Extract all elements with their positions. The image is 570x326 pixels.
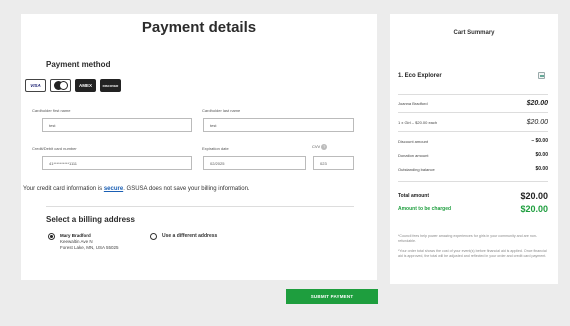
different-address-label[interactable]: Use a different address [162,233,217,239]
cart-row-outstanding: Outstanding balance $0.00 [398,166,548,172]
cart-title: Cart Summary [453,30,495,36]
financial-aid-note: *Your order total shows the cost of your… [398,249,547,259]
donation-label: Donation amount [398,152,429,158]
cvv-label: CVV? [312,144,328,150]
address-name: Mary Bradford [60,233,91,238]
mastercard-icon [50,79,71,92]
product-name: 1. Eco Explorer [398,73,442,79]
charged-value: $20.00 [520,204,548,214]
page-title: Payment details [141,19,257,36]
secure-prefix: Your credit card information is [23,186,104,192]
outstanding-value: $0.00 [535,166,548,172]
cart-divider [398,181,548,182]
image-icon [538,72,545,79]
first-name-label: Cardholder first name [32,108,71,113]
address-street: Keewaltin Ave N [60,239,93,244]
discover-icon: DISCOVER [100,79,121,92]
cart-row-donation: Donation amount $0.00 [398,152,548,158]
saved-address: Mary Bradford Keewaltin Ave N Forest Lak… [60,233,119,251]
person-name: Joanna Bradford [398,101,428,106]
card-number-input[interactable] [42,156,192,170]
cart-row-discount: Discount amount – $0.00 [398,138,548,144]
cart-row-total: Total amount $20.00 [398,191,548,201]
address-city: Forest Lake, MN, USA 55025 [60,245,119,250]
cart-divider [398,131,548,132]
charged-label: Amount to be charged [398,206,452,212]
secure-suffix: . GSUSA does not save your billing infor… [123,186,250,192]
secure-notice: Your credit card information is secure. … [23,186,250,192]
last-name-input[interactable] [203,118,354,132]
expiration-input[interactable] [203,156,306,170]
cart-summary-panel: Cart Summary 1. Eco Explorer Joanna Brad… [390,14,558,284]
amex-icon: AMEX [75,79,96,92]
visa-icon: VISA [25,79,46,92]
payment-method-title: Payment method [46,60,111,69]
first-name-input[interactable] [42,118,192,132]
last-name-label: Cardholder last name [202,108,241,113]
card-number-label: Credit/Debit card number [32,146,77,151]
cvv-input[interactable] [313,156,354,170]
item-line: 1 x Girl – $20.00 each [398,120,438,125]
cart-row-person: Joanna Bradford $20.00 [398,100,548,107]
item-price: $20.00 [526,119,548,126]
cart-divider [398,94,548,95]
total-label: Total amount [398,193,430,199]
submit-payment-button[interactable]: SUBMIT PAYMENT [286,289,378,304]
billing-title: Select a billing address [46,215,135,224]
person-price: $20.00 [526,100,548,107]
donation-value: $0.00 [535,152,548,158]
discount-value: – $0.00 [531,138,548,144]
help-icon[interactable]: ? [321,144,328,150]
cart-divider [398,112,548,113]
billing-address-radio-saved[interactable] [48,233,55,240]
discount-label: Discount amount [398,138,429,144]
card-logos: VISA AMEX DISCOVER [25,79,121,92]
cvv-label-text: CVV [312,144,321,150]
expiration-label: Expiration date [202,146,229,151]
divider [46,206,354,207]
secure-link[interactable]: secure [104,186,123,192]
cart-row-charged: Amount to be charged $20.00 [398,204,548,214]
cart-row-item: 1 x Girl – $20.00 each $20.00 [398,119,548,126]
billing-address-radio-different[interactable] [150,233,157,240]
total-value: $20.00 [520,191,548,201]
outstanding-label: Outstanding balance [398,166,435,172]
council-fee-note: *Council fees help power amazing experie… [398,234,538,244]
